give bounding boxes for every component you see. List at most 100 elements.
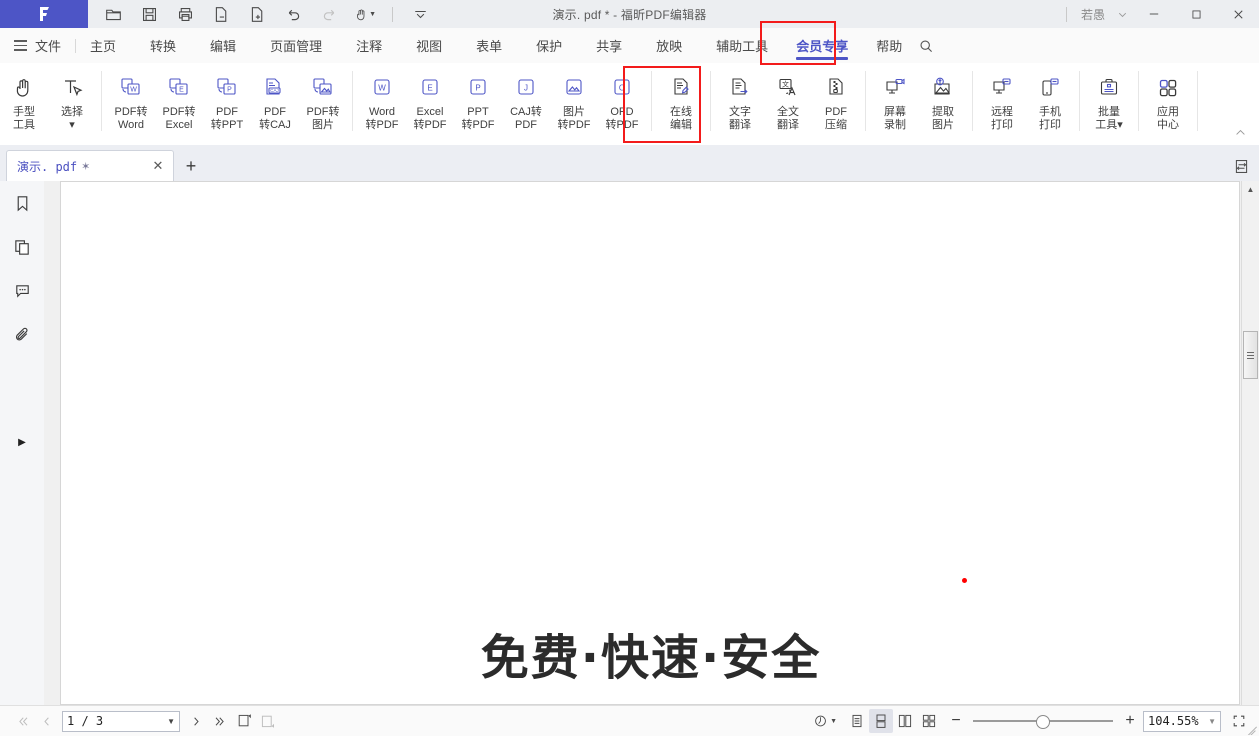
redo-icon[interactable] bbox=[318, 3, 340, 25]
ribbon-pdf-to-image[interactable]: PDF转 图片 bbox=[299, 67, 347, 132]
menu-item-file[interactable]: 文件 bbox=[35, 28, 61, 63]
two-page-continuous-view-button[interactable] bbox=[917, 709, 941, 733]
close-button[interactable] bbox=[1217, 0, 1259, 28]
pdf-to-caj-icon: CAJ bbox=[262, 73, 288, 103]
vertical-scrollbar[interactable]: ▲ bbox=[1241, 181, 1259, 705]
scroll-up-icon[interactable]: ▲ bbox=[1242, 181, 1259, 197]
ribbon-pdf-to-caj[interactable]: CAJ PDF 转CAJ bbox=[251, 67, 299, 132]
hand-tool-icon[interactable]: ▼ bbox=[354, 3, 376, 25]
print-icon[interactable] bbox=[174, 3, 196, 25]
customize-qat-icon[interactable] bbox=[409, 3, 431, 25]
menu-item-convert[interactable]: 转换 bbox=[150, 28, 176, 63]
ribbon-remote-print[interactable]: 远程 打印 bbox=[978, 67, 1026, 132]
menu-label: 表单 bbox=[476, 39, 503, 54]
menu-item-page-manage[interactable]: 页面管理 bbox=[270, 28, 322, 63]
ribbon-pdf-to-ppt[interactable]: P PDF 转PPT bbox=[203, 67, 251, 132]
menu-label: 文件 bbox=[35, 39, 62, 54]
collapse-ribbon-icon[interactable] bbox=[1231, 123, 1249, 141]
scrollbar-thumb[interactable] bbox=[1243, 331, 1258, 379]
menu-label: 帮助 bbox=[876, 39, 903, 54]
zoom-out-button[interactable]: − bbox=[947, 712, 965, 730]
page-number-input[interactable]: 1 / 3 ▼ bbox=[62, 710, 180, 732]
document-tab[interactable]: 演示. pdf ✶ ✕ bbox=[6, 150, 174, 181]
expand-panel-icon[interactable]: ▶ bbox=[0, 430, 44, 454]
text-translate-icon bbox=[728, 73, 752, 103]
ribbon-label: 批量 工具▾ bbox=[1095, 106, 1123, 131]
ribbon-pdf-compress[interactable]: PDF 压缩 bbox=[812, 67, 860, 132]
menu-item-view[interactable]: 视图 bbox=[416, 28, 442, 63]
window-resize-grip[interactable] bbox=[1244, 721, 1258, 735]
ribbon-screen-record[interactable]: 屏幕 录制 bbox=[871, 67, 919, 132]
menu-item-comment[interactable]: 注释 bbox=[356, 28, 382, 63]
comments-icon[interactable] bbox=[0, 269, 44, 313]
ribbon-online-edit[interactable]: 在线 编辑 bbox=[657, 67, 705, 132]
fit-page-button[interactable] bbox=[232, 709, 256, 733]
menu-item-form[interactable]: 表单 bbox=[476, 28, 502, 63]
chevron-down-icon[interactable]: ▼ bbox=[167, 717, 175, 726]
first-page-button[interactable] bbox=[10, 709, 34, 733]
prev-page-button[interactable] bbox=[34, 709, 58, 733]
ribbon-pdf-to-excel[interactable]: E PDF转 Excel bbox=[155, 67, 203, 132]
ribbon-text-translate[interactable]: 文字 翻译 bbox=[716, 67, 764, 132]
page-display-mode-icon[interactable]: ▼ bbox=[813, 709, 837, 733]
ribbon-word-to-pdf[interactable]: W Word 转PDF bbox=[358, 67, 406, 132]
open-icon[interactable] bbox=[102, 3, 124, 25]
online-edit-icon bbox=[669, 73, 693, 103]
continuous-view-button[interactable] bbox=[869, 709, 893, 733]
next-page-button[interactable] bbox=[184, 709, 208, 733]
svg-text:J: J bbox=[524, 84, 528, 93]
menu-item-edit[interactable]: 编辑 bbox=[210, 28, 236, 63]
menu-item-accessibility[interactable]: 辅助工具 bbox=[716, 28, 768, 63]
new-page-icon[interactable] bbox=[246, 3, 268, 25]
menu-hamburger-icon[interactable] bbox=[14, 40, 27, 51]
zoom-level-input[interactable]: 104.55% ▼ bbox=[1143, 710, 1221, 732]
menu-item-vip[interactable]: 会员专享 bbox=[796, 28, 848, 63]
undo-icon[interactable] bbox=[282, 3, 304, 25]
last-page-button[interactable] bbox=[208, 709, 232, 733]
new-tab-button[interactable]: + bbox=[178, 151, 204, 181]
fit-width-button[interactable] bbox=[256, 709, 280, 733]
save-icon[interactable] bbox=[138, 3, 160, 25]
ribbon-pdf-to-word[interactable]: W PDF转 Word bbox=[107, 67, 155, 132]
maximize-button[interactable] bbox=[1175, 0, 1217, 28]
ribbon-label: 提取 图片 bbox=[932, 106, 954, 131]
ribbon-hand-tool[interactable]: 手型 工具 bbox=[0, 67, 48, 132]
zoom-slider-knob[interactable] bbox=[1036, 715, 1050, 729]
compare-documents-icon[interactable] bbox=[1229, 154, 1253, 178]
search-icon[interactable] bbox=[912, 28, 940, 63]
ribbon-select-tool[interactable]: 选择 ▾ bbox=[48, 67, 96, 132]
zoom-in-button[interactable]: + bbox=[1121, 712, 1139, 730]
two-page-view-button[interactable] bbox=[893, 709, 917, 733]
close-icon[interactable]: ✕ bbox=[149, 157, 167, 175]
ribbon-excel-to-pdf[interactable]: E Excel 转PDF bbox=[406, 67, 454, 132]
single-page-view-button[interactable] bbox=[845, 709, 869, 733]
minimize-button[interactable] bbox=[1133, 0, 1175, 28]
pages-icon[interactable] bbox=[0, 225, 44, 269]
ribbon-ofd-to-pdf[interactable]: O OFD 转PDF bbox=[598, 67, 646, 132]
ribbon-app-center[interactable]: 应用 中心 bbox=[1144, 67, 1192, 132]
ribbon-caj-to-pdf[interactable]: J CAJ转 PDF bbox=[502, 67, 550, 132]
ribbon-extract-image[interactable]: 提取 图片 bbox=[919, 67, 967, 132]
mobile-print-icon bbox=[1038, 73, 1062, 103]
pdf-page[interactable]: 免费·快速·安全 bbox=[60, 181, 1240, 705]
menu-item-protect[interactable]: 保护 bbox=[536, 28, 562, 63]
menu-item-slideshow[interactable]: 放映 bbox=[656, 28, 682, 63]
menu-item-home[interactable]: 主页 bbox=[90, 28, 116, 63]
ribbon-label: 文字 翻译 bbox=[729, 106, 751, 131]
ribbon-ppt-to-pdf[interactable]: P PPT 转PDF bbox=[454, 67, 502, 132]
ribbon-full-translate[interactable]: 文 全文 翻译 bbox=[764, 67, 812, 132]
zoom-slider[interactable] bbox=[973, 711, 1113, 731]
status-bar: 1 / 3 ▼ ▼ − + 104.55% ▼ bbox=[0, 705, 1259, 736]
menu-label: 视图 bbox=[416, 39, 443, 54]
export-icon[interactable] bbox=[210, 3, 232, 25]
bookmark-icon[interactable] bbox=[0, 181, 44, 225]
ribbon-batch-tools[interactable]: 批量 工具▾ bbox=[1085, 67, 1133, 132]
user-name[interactable]: 若愚 bbox=[1075, 6, 1111, 23]
attachments-icon[interactable] bbox=[0, 313, 44, 357]
ribbon-image-to-pdf[interactable]: 图片 转PDF bbox=[550, 67, 598, 132]
ribbon-mobile-print[interactable]: 手机 打印 bbox=[1026, 67, 1074, 132]
chevron-down-icon[interactable] bbox=[1111, 0, 1133, 28]
menu-item-help[interactable]: 帮助 bbox=[876, 28, 902, 63]
chevron-down-icon[interactable]: ▼ bbox=[1208, 717, 1216, 726]
menu-item-share[interactable]: 共享 bbox=[596, 28, 622, 63]
